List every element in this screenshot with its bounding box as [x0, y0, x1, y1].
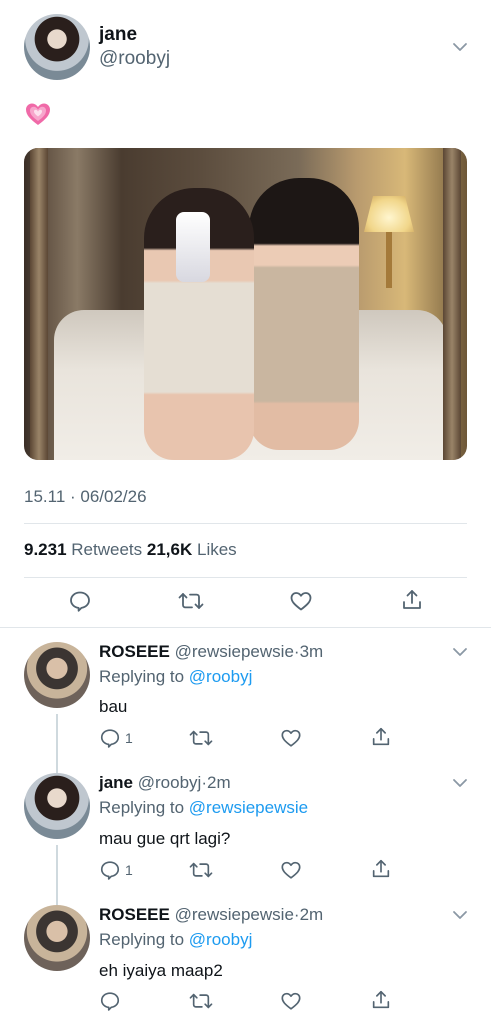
share-button[interactable]: [370, 989, 392, 1011]
replying-to: Replying to @rewsiepewsie: [99, 798, 308, 818]
reply-icon: [70, 591, 90, 612]
divider: [24, 577, 467, 578]
replying-to: Replying to @roobyj: [99, 930, 252, 950]
share-icon: [372, 727, 390, 746]
thread-line: [56, 893, 58, 905]
mention-link[interactable]: @roobyj: [189, 930, 253, 949]
reply-text: bau: [99, 697, 128, 716]
replying-label: Replying to: [99, 798, 185, 817]
share-icon: [403, 590, 421, 609]
user-handle[interactable]: @rewsiepewsie: [175, 905, 294, 924]
chevron-down-icon[interactable]: [452, 910, 468, 920]
mention-link[interactable]: @roobyj: [189, 667, 253, 686]
mirror-frame: [443, 148, 461, 460]
like-button[interactable]: [280, 990, 302, 1012]
thread-line: [56, 714, 58, 761]
like-button[interactable]: [280, 727, 302, 749]
likes-label[interactable]: Likes: [197, 540, 237, 559]
avatar[interactable]: [24, 642, 90, 708]
user-handle[interactable]: @roobyj: [99, 48, 170, 70]
display-name[interactable]: ROSEEE: [99, 642, 170, 661]
replying-label: Replying to: [99, 667, 185, 686]
heart-emoji-icon: [26, 103, 50, 125]
reply-text: eh iyaiya maap2: [99, 961, 223, 980]
like-icon: [290, 592, 312, 611]
reply-button[interactable]: [99, 990, 125, 1012]
lamp-base: [386, 232, 392, 288]
reply-icon: [100, 729, 120, 748]
reply-time[interactable]: 3m: [300, 642, 324, 661]
chevron-down-icon[interactable]: [452, 778, 468, 788]
reply-header: ROSEEE @rewsiepewsie·3m: [99, 642, 323, 662]
mirror-frame: [30, 148, 48, 460]
person-right: [249, 178, 359, 450]
reply-time[interactable]: 2m: [300, 905, 324, 924]
display-name[interactable]: ROSEEE: [99, 905, 170, 924]
like-button[interactable]: [280, 859, 302, 881]
tweet-photo[interactable]: [24, 148, 467, 460]
phone: [176, 212, 210, 282]
retweet-button[interactable]: [178, 589, 204, 613]
retweet-icon: [189, 730, 213, 746]
reply-text: mau gue qrt lagi?: [99, 829, 231, 848]
display-name[interactable]: jane: [99, 773, 133, 792]
share-button[interactable]: [370, 858, 392, 880]
user-handle[interactable]: @rewsiepewsie: [175, 642, 294, 661]
like-icon: [281, 861, 301, 879]
thread-line: [56, 761, 58, 773]
likes-count[interactable]: 21,6K: [147, 540, 192, 559]
retweet-icon: [189, 862, 213, 878]
main-tweet: jane @roobyj 15.11 · 06/02/26 9.231 Retw…: [0, 0, 491, 628]
retweet-button[interactable]: [189, 859, 213, 881]
lamp-shade: [364, 196, 414, 232]
reply-button[interactable]: 1: [99, 859, 133, 881]
chevron-down-icon[interactable]: [452, 647, 468, 657]
retweets-label[interactable]: Retweets: [71, 540, 142, 559]
retweet-icon: [189, 993, 213, 1009]
retweet-button[interactable]: [189, 990, 213, 1012]
reply-time[interactable]: 2m: [207, 773, 231, 792]
like-icon: [281, 729, 301, 747]
tweet-timestamp[interactable]: 15.11 · 06/02/26: [24, 487, 147, 507]
reply-count: 1: [125, 730, 133, 746]
reply-icon: [100, 992, 120, 1011]
share-button[interactable]: [370, 726, 392, 748]
user-handle[interactable]: @roobyj: [138, 773, 202, 792]
reply-button[interactable]: 1: [99, 727, 133, 749]
reply-tweet[interactable]: jane @roobyj·2m Replying to @rewsiepewsi…: [0, 761, 491, 893]
replying-label: Replying to: [99, 930, 185, 949]
display-name[interactable]: jane: [99, 24, 137, 46]
chevron-down-icon[interactable]: [452, 42, 468, 52]
reply-icon: [100, 861, 120, 880]
like-button[interactable]: [289, 589, 313, 613]
divider: [24, 523, 467, 524]
retweet-button[interactable]: [189, 727, 213, 749]
tweet-stats: 9.231 Retweets 21,6K Likes: [24, 540, 237, 560]
reply-button[interactable]: [68, 589, 92, 613]
reply-tweet[interactable]: ROSEEE @rewsiepewsie·2m Replying to @roo…: [0, 893, 491, 1024]
replying-to: Replying to @roobyj: [99, 667, 252, 687]
like-icon: [281, 992, 301, 1010]
avatar[interactable]: [24, 905, 90, 971]
mention-link[interactable]: @rewsiepewsie: [189, 798, 308, 817]
reply-count: 1: [125, 862, 133, 878]
reply-tweet[interactable]: ROSEEE @rewsiepewsie·3m Replying to @roo…: [0, 628, 491, 761]
share-icon: [372, 990, 390, 1009]
avatar[interactable]: [24, 773, 90, 839]
retweets-count[interactable]: 9.231: [24, 540, 67, 559]
reply-header: ROSEEE @rewsiepewsie·2m: [99, 905, 323, 925]
share-button[interactable]: [400, 588, 424, 612]
reply-header: jane @roobyj·2m: [99, 773, 231, 793]
thread-line: [56, 845, 58, 893]
avatar[interactable]: [24, 14, 90, 80]
share-icon: [372, 859, 390, 878]
retweet-icon: [178, 593, 204, 609]
